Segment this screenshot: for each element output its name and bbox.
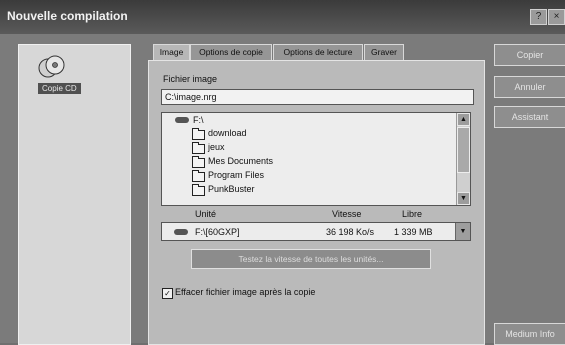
folder-icon xyxy=(192,142,205,154)
tree-scrollbar[interactable]: ▲ ▼ xyxy=(456,113,470,205)
compilation-window: Nouvelle compilation ? × Copie CD Image … xyxy=(0,0,565,345)
unit-column-header: Unité xyxy=(195,209,217,219)
folder-icon xyxy=(192,156,205,168)
drive-select[interactable]: F:\[60GXP] 36 198 Ko/s 1 339 MB ▼ xyxy=(161,222,471,241)
copy-button[interactable]: Copier xyxy=(494,44,565,66)
folder-icon xyxy=(192,128,205,140)
folder-tree[interactable]: F:\ download jeux Mes Documents Program … xyxy=(161,112,471,206)
tree-folder-mes-documents[interactable]: Mes Documents xyxy=(208,155,273,167)
close-icon[interactable]: × xyxy=(548,9,565,25)
image-tab-panel: Fichier image C:\image.nrg F:\ download … xyxy=(148,60,485,345)
folder-icon xyxy=(192,184,205,196)
tab-read-options[interactable]: Options de lecture xyxy=(273,44,363,60)
cancel-button[interactable]: Annuler xyxy=(494,76,565,98)
tree-root[interactable]: F:\ xyxy=(193,114,204,126)
cd-copy-label[interactable]: Copie CD xyxy=(38,83,81,94)
medium-info-button[interactable]: Medium Info xyxy=(494,323,565,345)
chevron-down-icon[interactable]: ▼ xyxy=(455,223,470,240)
image-file-label: Fichier image xyxy=(163,74,218,84)
drive-unit: F:\[60GXP] xyxy=(195,227,240,237)
wizard-button[interactable]: Assistant xyxy=(494,106,565,128)
title-bar: Nouvelle compilation ? × xyxy=(0,0,565,34)
drive-icon xyxy=(174,229,188,235)
delete-image-checkbox[interactable]: ✓ xyxy=(162,288,173,299)
tab-copy-options[interactable]: Options de copie xyxy=(190,44,272,60)
image-file-input[interactable]: C:\image.nrg xyxy=(161,89,474,105)
tab-image[interactable]: Image xyxy=(153,44,190,61)
folder-icon xyxy=(192,170,205,182)
drive-icon xyxy=(175,117,189,123)
drive-speed: 36 198 Ko/s xyxy=(326,227,375,237)
drive-free-space: 1 339 MB xyxy=(394,227,433,237)
help-icon[interactable]: ? xyxy=(530,9,547,25)
tree-folder-punkbuster[interactable]: PunkBuster xyxy=(208,183,255,195)
scroll-down-icon[interactable]: ▼ xyxy=(457,192,470,205)
scroll-thumb[interactable] xyxy=(457,127,470,173)
tree-folder-download[interactable]: download xyxy=(208,127,247,139)
scroll-up-icon[interactable]: ▲ xyxy=(457,113,470,126)
delete-image-label: Effacer fichier image après la copie xyxy=(175,287,316,297)
cd-copy-icon[interactable] xyxy=(38,53,66,81)
free-column-header: Libre xyxy=(402,209,423,219)
tree-folder-jeux[interactable]: jeux xyxy=(208,141,225,153)
window-title: Nouvelle compilation xyxy=(7,9,128,23)
speed-column-header: Vitesse xyxy=(332,209,362,219)
test-speed-button[interactable]: Testez la vitesse de toutes les unités..… xyxy=(191,249,431,269)
tab-burn[interactable]: Graver xyxy=(364,44,404,60)
tree-folder-program-files[interactable]: Program Files xyxy=(208,169,264,181)
compilation-type-panel: Copie CD xyxy=(18,44,131,345)
